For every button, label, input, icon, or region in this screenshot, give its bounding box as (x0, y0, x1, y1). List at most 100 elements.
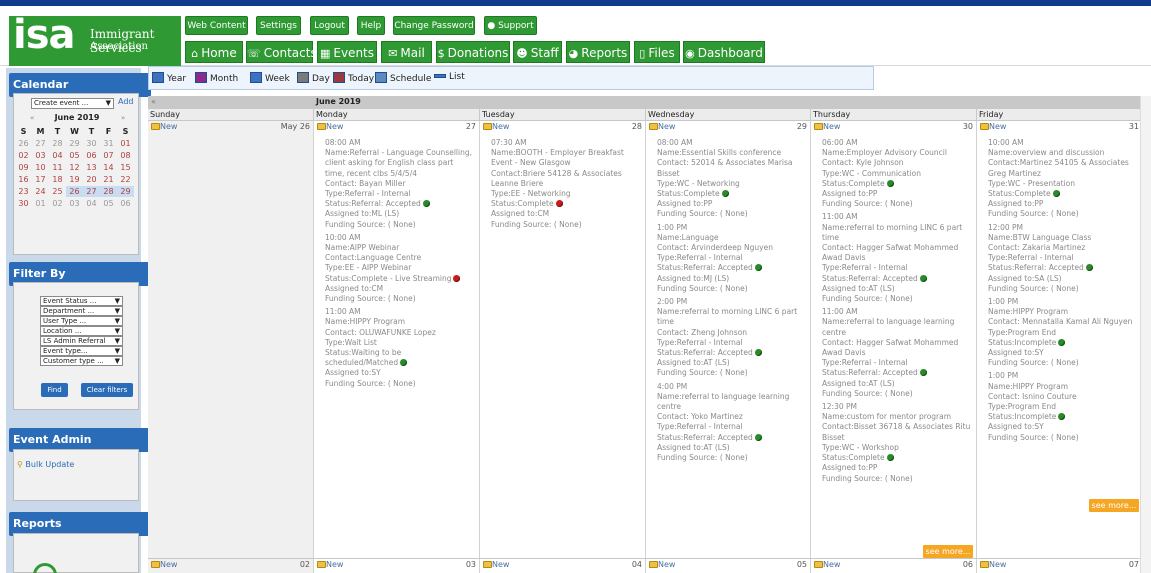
change-password-button[interactable]: Change Password (393, 16, 475, 35)
mini-cal-day[interactable]: 14 (100, 162, 117, 173)
view-month[interactable]: Month (195, 72, 238, 84)
bulk-update-link[interactable]: ⚲ Bulk Update (17, 460, 74, 469)
new-event-icon[interactable] (483, 561, 492, 568)
new-event-link[interactable]: New (326, 122, 343, 131)
mini-cal-day[interactable]: 28 (49, 138, 66, 149)
new-event-icon[interactable] (649, 123, 658, 130)
mini-cal-day[interactable]: 01 (32, 198, 49, 209)
mini-cal-day[interactable]: 15 (117, 162, 134, 173)
mini-cal-day[interactable]: 19 (66, 174, 83, 185)
event-entry[interactable]: 06:00 AM Name:Employer Advisory Council Co… (822, 138, 972, 209)
mini-cal-day[interactable]: 18 (49, 174, 66, 185)
view-week[interactable]: Week (250, 72, 290, 84)
mini-cal-day[interactable]: 02 (15, 150, 32, 161)
vertical-scrollbar[interactable] (1140, 96, 1151, 573)
mini-cal-day[interactable]: 03 (66, 198, 83, 209)
event-entry[interactable]: 4:00 PM Name:referral to language learnin… (657, 382, 806, 464)
settings-button[interactable]: Settings (256, 16, 301, 35)
filter-select[interactable]: Event type... ▼ (40, 346, 123, 356)
event-entry[interactable]: 11:00 AM Name:referral to morning LINC 6 … (822, 212, 972, 304)
filter-select[interactable]: Event Status ... ▼ (40, 296, 123, 306)
mini-cal-day[interactable]: 06 (117, 198, 134, 209)
nav-dashboard[interactable]: ◉ Dashboard (683, 41, 765, 63)
new-event-icon[interactable] (317, 123, 326, 130)
new-event-link[interactable]: New (492, 122, 509, 131)
event-entry[interactable]: 10:00 AM Name:overview and discussion Cont… (988, 138, 1138, 220)
mini-cal-day[interactable]: 30 (83, 138, 100, 149)
view-today[interactable]: Today (333, 72, 374, 84)
event-entry[interactable]: 11:00 AM Name:referral to language learni… (822, 307, 972, 399)
new-event-link[interactable]: New (492, 560, 509, 569)
new-event-icon[interactable] (980, 561, 989, 568)
mini-cal-day[interactable]: 31 (100, 138, 117, 149)
event-entry[interactable]: 12:30 PM Name:custom for mentor program Co… (822, 402, 972, 484)
mini-cal-day[interactable]: 17 (32, 174, 49, 185)
day-cell[interactable]: New 04 (480, 558, 646, 573)
mini-cal-day[interactable]: 27 (32, 138, 49, 149)
filter-select[interactable]: Customer type ... ▼ (40, 356, 123, 366)
filter-select[interactable]: User Type ... ▼ (40, 316, 123, 326)
nav-reports[interactable]: ◕ Reports (566, 41, 630, 63)
mini-cal-day[interactable]: 29 (66, 138, 83, 149)
new-event-link[interactable]: New (326, 560, 343, 569)
mini-cal-day[interactable]: 03 (32, 150, 49, 161)
day-cell[interactable]: New 03 (314, 558, 480, 573)
day-cell[interactable]: New 06 (811, 558, 977, 573)
mini-cal-day[interactable]: 28 (100, 186, 117, 197)
new-event-icon[interactable] (814, 123, 823, 130)
filter-select[interactable]: Department ... ▼ (40, 306, 123, 316)
mini-cal-day[interactable]: 07 (100, 150, 117, 161)
add-event-link[interactable]: Add (118, 97, 134, 106)
event-entry[interactable]: 08:00 AM Name:Essential Skills conference… (657, 138, 806, 220)
event-entry[interactable]: 07:30 AM Name:BOOTH - Employer Breakfast … (491, 138, 641, 230)
help-button[interactable]: Help (357, 16, 385, 35)
event-entry[interactable]: 11:00 AM Name:HIPPY Program Contact: OLUWA… (325, 307, 475, 389)
mini-cal-day[interactable]: 30 (15, 198, 32, 209)
day-cell[interactable]: New 31 10:00 AM Name:overview and discussio… (977, 121, 1143, 558)
day-cell[interactable]: New May 26 (148, 121, 314, 558)
nav-home[interactable]: ⌂ Home (185, 41, 243, 63)
new-event-link[interactable]: New (160, 560, 177, 569)
day-cell[interactable]: New 28 07:30 AM Name:BOOTH - Employer Break… (480, 121, 646, 558)
isa-logo[interactable]: isa Immigrant Services Association (9, 12, 181, 66)
create-event-select[interactable]: Create event ... ▼ (31, 98, 114, 109)
new-event-icon[interactable] (151, 561, 160, 568)
logout-button[interactable]: Logout (310, 16, 349, 35)
day-cell[interactable]: New 07 (977, 558, 1143, 573)
view-year[interactable]: Year (152, 72, 186, 84)
nav-files[interactable]: ▯ Files (634, 41, 680, 63)
mini-cal-day[interactable]: 01 (117, 138, 134, 149)
mini-cal-day[interactable]: 21 (100, 174, 117, 185)
mini-cal-day[interactable]: 26 (15, 138, 32, 149)
day-cell[interactable]: New 02 (148, 558, 314, 573)
view-schedule[interactable]: Schedule (375, 72, 431, 84)
mini-cal-day[interactable]: 20 (83, 174, 100, 185)
mini-cal-day[interactable]: 05 (66, 150, 83, 161)
new-event-link[interactable]: New (989, 560, 1006, 569)
new-event-icon[interactable] (814, 561, 823, 568)
event-entry[interactable]: 12:00 PM Name:BTW Language Class Contact: … (988, 223, 1138, 294)
find-button[interactable]: Find (41, 383, 68, 397)
day-cell[interactable]: New 05 (646, 558, 811, 573)
event-entry[interactable]: 08:00 AM Name:Referral - Language Counsel… (325, 138, 475, 230)
mini-cal-day[interactable]: 02 (49, 198, 66, 209)
new-event-icon[interactable] (317, 561, 326, 568)
new-event-icon[interactable] (151, 123, 160, 130)
event-entry[interactable]: 1:00 PM Name:HIPPY Program Contact: Mennat… (988, 297, 1138, 368)
view-list[interactable]: List (434, 72, 465, 82)
new-event-icon[interactable] (483, 123, 492, 130)
new-event-link[interactable]: New (823, 122, 840, 131)
filter-select[interactable]: LS Admin Referral ▼ (40, 336, 123, 346)
event-entry[interactable]: 1:00 PM Name:HIPPY Program Contact: Isnino… (988, 371, 1138, 442)
day-cell[interactable]: New 30 06:00 AM Name:Employer Advisory Coun… (811, 121, 977, 558)
mini-cal-day[interactable]: 23 (15, 186, 32, 197)
calendar-prev-month[interactable]: « (151, 97, 156, 106)
clear-filters-button[interactable]: Clear filters (81, 383, 133, 397)
new-event-link[interactable]: New (989, 122, 1006, 131)
event-entry[interactable]: 10:00 AM Name:AIPP Webinar Contact:Languag… (325, 233, 475, 304)
mini-cal-day[interactable]: 04 (49, 150, 66, 161)
day-cell[interactable]: New 27 08:00 AM Name:Referral - Language Co… (314, 121, 480, 558)
new-event-link[interactable]: New (160, 122, 177, 131)
mini-cal-day[interactable]: 11 (49, 162, 66, 173)
mini-cal-day[interactable]: 12 (66, 162, 83, 173)
